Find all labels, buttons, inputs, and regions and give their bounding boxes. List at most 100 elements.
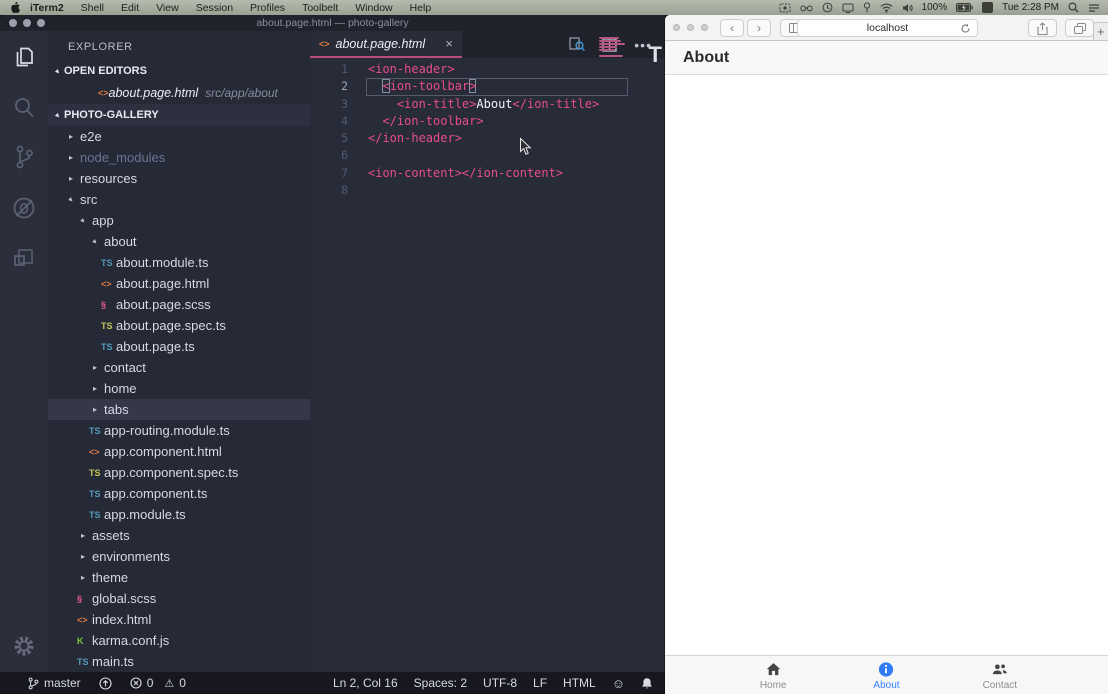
settings-icon[interactable] [12,634,36,658]
tab-contact[interactable]: Contact [943,656,1056,694]
clock-icon[interactable] [822,2,833,13]
zoom-window-button[interactable] [37,19,45,27]
code-line-3[interactable]: 3 <ion-title>About</ion-title> [310,96,665,113]
explorer-icon[interactable] [11,44,37,70]
menu-edit[interactable]: Edit [121,2,139,14]
menu-window[interactable]: Window [355,2,392,14]
show-tabs-button[interactable] [1065,19,1094,37]
minimap[interactable] [599,37,629,61]
project-section-photo-gallery[interactable]: ▸ PHOTO-GALLERY [48,104,310,126]
volume-icon[interactable] [902,3,913,13]
tree-item-main-ts[interactable]: TSmain.ts [48,651,310,672]
forward-button[interactable]: › [747,19,771,37]
tree-item-contact[interactable]: ▸contact [48,357,310,378]
indentation[interactable]: Spaces: 2 [414,676,467,690]
code-line-2[interactable]: 2 <ion-toolbar> [310,78,665,95]
menu-view[interactable]: View [156,2,179,14]
tree-item-node-modules[interactable]: ▸node_modules [48,147,310,168]
code-line-6[interactable]: 6 [310,147,665,164]
tree-item-environments[interactable]: ▸environments [48,546,310,567]
minimize-window-button[interactable] [687,24,694,31]
share-button[interactable] [1028,19,1057,37]
problems-indicator[interactable]: 0 ⚠ 0 [130,676,186,690]
menu-profiles[interactable]: Profiles [250,2,285,14]
feedback-smiley-icon[interactable]: ☺ [612,676,625,691]
tree-item-theme[interactable]: ▸theme [48,567,310,588]
debug-icon[interactable] [11,195,37,221]
notifications-bell-icon[interactable] [641,677,653,690]
battery-percent[interactable]: 100% [922,2,948,13]
tree-item-app[interactable]: ▸app [48,210,310,231]
apple-menu-icon[interactable] [8,2,22,14]
search-icon[interactable] [12,95,36,119]
code-line-1[interactable]: 1<ion-header> [310,61,665,78]
code-editor[interactable]: 1<ion-header>2 <ion-toolbar>3 <ion-title… [310,58,665,672]
tree-item-src[interactable]: ▸src [48,189,310,210]
code-line-5[interactable]: 5</ion-header> [310,130,665,147]
screen-record-icon[interactable] [779,3,791,13]
code-line-7[interactable]: 7<ion-content></ion-content> [310,165,665,182]
extensions-icon[interactable] [12,246,36,270]
tree-item-resources[interactable]: ▸resources [48,168,310,189]
tab-about[interactable]: About [830,656,943,694]
tree-item-about-page-html[interactable]: <>about.page.html [48,273,310,294]
tree-item-app-component-ts[interactable]: TSapp.component.ts [48,483,310,504]
open-changes-icon[interactable] [569,37,585,52]
tree-item-about-page-ts[interactable]: TSabout.page.ts [48,336,310,357]
vscode-titlebar[interactable]: about.page.html — photo-gallery [0,15,665,31]
publish-changes-button[interactable] [99,677,112,690]
language-mode[interactable]: HTML [563,676,596,690]
eol[interactable]: LF [533,676,547,690]
code-line-8[interactable]: 8 [310,182,665,199]
macos-menubar: iTerm2 Shell Edit View Session Profiles Toolbe… [0,0,1108,15]
tree-item-about-module-ts[interactable]: TSabout.module.ts [48,252,310,273]
minimize-window-button[interactable] [23,19,31,27]
open-editor-about-page-html[interactable]: <> about.page.html src/app/about [48,82,310,104]
reload-icon[interactable] [960,23,971,34]
spotlight-icon[interactable] [1068,2,1079,13]
tree-item-app-component-spec-ts[interactable]: TSapp.component.spec.ts [48,462,310,483]
glasses-icon[interactable] [800,4,813,12]
tree-item-about-page-spec-ts[interactable]: TSabout.page.spec.ts [48,315,310,336]
close-tab-icon[interactable]: × [445,36,453,51]
menu-shell[interactable]: Shell [81,2,104,14]
wifi-icon[interactable] [880,3,893,13]
code-line-4[interactable]: 4 </ion-toolbar> [310,113,665,130]
zoom-window-button[interactable] [701,24,708,31]
tab-about-page-html[interactable]: <> about.page.html × [310,31,462,58]
display-icon[interactable] [842,3,854,13]
tree-item-app-module-ts[interactable]: TSapp.module.ts [48,504,310,525]
git-branch-indicator[interactable]: master [28,676,81,690]
tree-item-app-component-html[interactable]: <>app.component.html [48,441,310,462]
menu-iterm2[interactable]: iTerm2 [30,2,64,14]
address-bar[interactable]: localhost [797,19,978,37]
tree-item-e2e[interactable]: ▸e2e [48,126,310,147]
tree-item-global-scss[interactable]: §global.scss [48,588,310,609]
tree-item-tabs[interactable]: ▸tabs [48,399,310,420]
new-tab-button[interactable]: + [1093,22,1108,41]
tree-item-app-routing-module-ts[interactable]: TSapp-routing.module.ts [48,420,310,441]
input-source-flag-icon[interactable] [982,2,993,13]
menu-help[interactable]: Help [410,2,432,14]
menubar-clock[interactable]: Tue 2:28 PM [1002,2,1059,13]
karma-file-icon: K [77,636,92,646]
open-editors-section[interactable]: ▸ OPEN EDITORS [48,60,310,82]
back-button[interactable]: ‹ [720,19,744,37]
tree-item-about-page-scss[interactable]: §about.page.scss [48,294,310,315]
cursor-position[interactable]: Ln 2, Col 16 [333,676,398,690]
close-window-button[interactable] [673,24,680,31]
battery-icon[interactable] [956,3,973,12]
menu-toolbelt[interactable]: Toolbelt [302,2,338,14]
tree-item-karma-conf-js[interactable]: Kkarma.conf.js [48,630,310,651]
encoding[interactable]: UTF-8 [483,676,517,690]
menu-session[interactable]: Session [196,2,233,14]
tree-item-assets[interactable]: ▸assets [48,525,310,546]
notification-center-icon[interactable] [1088,3,1100,13]
tab-home[interactable]: Home [717,656,830,694]
tree-item-home[interactable]: ▸home [48,378,310,399]
tree-item-index-html[interactable]: <>index.html [48,609,310,630]
close-window-button[interactable] [9,19,17,27]
source-control-icon[interactable] [12,144,36,170]
tree-item-about[interactable]: ▸about [48,231,310,252]
pin-icon[interactable] [863,2,871,13]
